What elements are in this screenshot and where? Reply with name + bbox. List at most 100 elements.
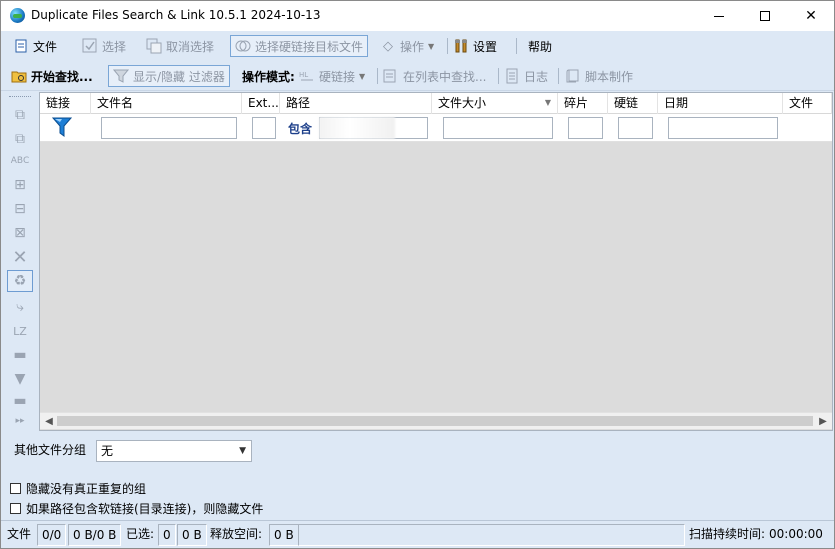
recycle-button[interactable]: ♻ xyxy=(7,270,33,292)
tools-icon xyxy=(453,38,469,54)
chevron-down-icon: ▼ xyxy=(359,71,366,81)
lz-button[interactable]: LZ xyxy=(7,320,33,342)
delete-button[interactable]: ✕ xyxy=(7,246,33,268)
find-in-list-label: 在列表中查找... xyxy=(403,69,487,84)
ext-filter-input[interactable] xyxy=(252,117,276,139)
tree-collapse-button[interactable]: ⊟ xyxy=(7,198,33,220)
scrollbar-thumb[interactable] xyxy=(57,416,813,426)
hide-no-dup-groups-label: 隐藏没有真正重复的组 xyxy=(26,481,147,496)
move-button[interactable]: ⤷ xyxy=(7,296,33,318)
column-hardlinks[interactable]: 硬链 xyxy=(608,93,658,114)
toggle-filter-label: 显示/隐藏 过滤器 xyxy=(133,69,225,84)
chevron-down-icon: ▼ xyxy=(239,446,246,456)
filter-group-icon: ▼ xyxy=(14,371,26,387)
deselect-button[interactable]: 取消选择 xyxy=(146,35,214,57)
column-file[interactable]: 文件 xyxy=(783,93,832,114)
column-link[interactable]: 链接 xyxy=(40,93,91,114)
toggle-filter-button[interactable]: 显示/隐藏 过滤器 xyxy=(108,65,230,87)
toolbar-separator xyxy=(558,68,559,84)
toolbar-grip xyxy=(9,96,31,98)
path-filter-label: 包含 xyxy=(288,122,313,136)
toolbar-separator xyxy=(498,68,499,84)
settings-button[interactable]: 设置 xyxy=(453,35,497,57)
column-filename[interactable]: 文件名 xyxy=(91,93,242,114)
close-button[interactable]: ✕ xyxy=(788,1,834,31)
find-in-list-button[interactable]: 在列表中查找... xyxy=(383,65,486,87)
title-bar: Duplicate Files Search & Link 10.5.1 202… xyxy=(1,1,834,31)
log-label: 日志 xyxy=(524,69,549,84)
redacted-region xyxy=(319,117,395,139)
filter-group-button[interactable]: ▼ xyxy=(7,368,33,390)
column-ext[interactable]: Ext... xyxy=(242,93,280,114)
hardlink-target-icon xyxy=(235,38,251,54)
script-label: 脚本制作 xyxy=(585,69,634,84)
operation-mode-label: 操作模式: xyxy=(242,69,295,84)
file-icon xyxy=(13,38,29,54)
file-menu[interactable]: 文件 xyxy=(13,35,57,57)
copy-up-button[interactable]: ⧉ xyxy=(7,104,33,126)
side-toolbar-more[interactable]: ▸▸ xyxy=(7,414,33,428)
hide-soft-link-option[interactable]: 如果路径包含软链接(目录连接)，则隐藏文件 xyxy=(10,500,263,516)
funnel-icon[interactable] xyxy=(52,116,72,138)
free-space-value: 0 B xyxy=(269,524,299,546)
column-path[interactable]: 路径 xyxy=(280,93,432,114)
maximize-button[interactable] xyxy=(742,1,788,31)
tree-collapse-icon: ⊟ xyxy=(14,201,26,217)
column-date[interactable]: 日期 xyxy=(658,93,783,114)
select-button[interactable]: 选择 xyxy=(82,35,126,57)
tree-remove-button[interactable]: ⊠ xyxy=(7,222,33,244)
start-search-label: 开始查找... xyxy=(31,69,93,84)
horizontal-scrollbar[interactable]: ◀ ▶ xyxy=(40,412,832,429)
tree-expand-button[interactable]: ⊞ xyxy=(7,174,33,196)
file-grid[interactable]: 链接 文件名 Ext... 路径 文件大小 ▼ 碎片 硬链 日期 文件 包含 ◀… xyxy=(39,92,833,431)
bars-button[interactable]: ▬ xyxy=(7,390,33,412)
script-button[interactable]: 脚本制作 xyxy=(565,65,633,87)
action-toolbar: 开始查找... 显示/隐藏 过滤器 操作模式: HL 硬链接 ▼ 在列表中查找.… xyxy=(1,61,834,91)
other-group-select[interactable]: 无 ▼ xyxy=(96,440,252,462)
scroll-right-icon[interactable]: ▶ xyxy=(815,414,831,429)
side-toolbar: ⧉ ⧉ ABC ⊞ ⊟ ⊠ ✕ ♻ ⤷ LZ ▬ ▼ ▬ ▸▸ xyxy=(1,92,39,432)
selected-size: 0 B xyxy=(177,524,207,546)
filter-icon xyxy=(113,68,129,84)
sort-desc-icon: ▼ xyxy=(544,98,551,107)
copy-down-button[interactable]: ⧉ xyxy=(7,128,33,150)
selected-count: 0 xyxy=(158,524,176,546)
minimize-button[interactable] xyxy=(696,1,742,31)
file-menu-label: 文件 xyxy=(33,39,58,54)
files-label: 文件 xyxy=(7,527,32,541)
filename-filter-input[interactable] xyxy=(101,117,237,139)
status-bar: 文件 0/0 0 B/0 B 已选: 0 0 B 释放空间: 0 B 扫描持续时… xyxy=(1,520,834,548)
help-menu[interactable]: 帮助 xyxy=(528,35,552,57)
select-hardlink-target-button[interactable]: 选择硬链接目标文件 xyxy=(230,35,369,57)
fragments-filter-input[interactable] xyxy=(568,117,603,139)
select-checkbox-icon xyxy=(82,38,98,54)
column-size[interactable]: 文件大小 ▼ xyxy=(432,93,558,114)
hide-soft-link-checkbox[interactable] xyxy=(10,502,21,514)
options-panel: 其他文件分组 无 ▼ 隐藏没有真正重复的组 如果路径包含软链接(目录连接)，则隐… xyxy=(1,432,834,520)
log-icon xyxy=(504,68,520,84)
column-fragments[interactable]: 碎片 xyxy=(558,93,608,114)
size-filter-input[interactable] xyxy=(443,117,553,139)
hardlinks-filter-input[interactable] xyxy=(618,117,653,139)
abc-button[interactable]: ABC xyxy=(7,150,33,172)
operation-menu[interactable]: ◇ 操作 ▼ xyxy=(380,35,434,57)
link-group-button[interactable]: ▬ xyxy=(7,344,33,366)
toolbar-separator xyxy=(447,38,448,54)
scroll-left-icon[interactable]: ◀ xyxy=(41,414,57,429)
deselect-icon xyxy=(146,38,162,54)
hardlink-mode-dropdown[interactable]: HL 硬链接 ▼ xyxy=(299,65,365,87)
settings-label: 设置 xyxy=(473,39,498,54)
hardlink-icon: HL xyxy=(299,68,315,84)
select-label: 选择 xyxy=(102,39,127,54)
log-button[interactable]: 日志 xyxy=(504,65,548,87)
hide-no-dup-groups-option[interactable]: 隐藏没有真正重复的组 xyxy=(10,480,146,496)
hide-no-dup-groups-checkbox[interactable] xyxy=(10,482,21,494)
hardlink-label: 硬链接 xyxy=(319,69,356,84)
app-window: Duplicate Files Search & Link 10.5.1 202… xyxy=(0,0,835,549)
date-filter-input[interactable] xyxy=(668,117,778,139)
copy-minus-icon: ⧉ xyxy=(15,131,25,147)
start-search-button[interactable]: 开始查找... xyxy=(11,65,93,87)
status-message-area xyxy=(298,524,685,546)
files-size: 0 B/0 B xyxy=(68,524,122,546)
free-space-label: 释放空间: xyxy=(210,527,263,541)
